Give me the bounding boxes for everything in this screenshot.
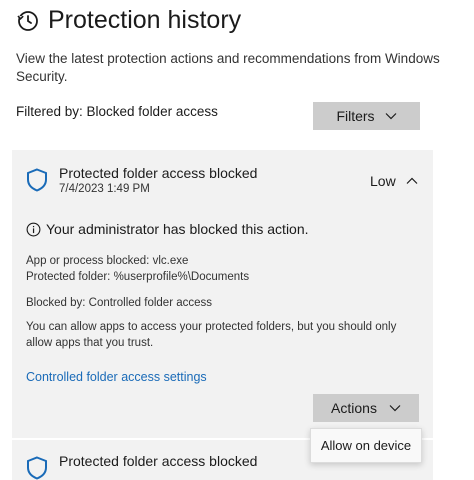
menu-item-allow-on-device[interactable]: Allow on device	[321, 438, 411, 453]
controlled-folder-settings-link[interactable]: Controlled folder access settings	[26, 370, 207, 384]
info-icon	[26, 222, 41, 236]
entry-title[interactable]: Protected folder access blocked	[59, 165, 257, 181]
page-description: View the latest protection actions and r…	[16, 51, 440, 84]
chevron-down-icon	[385, 113, 396, 120]
app-blocked: App or process blocked: vlc.exe	[26, 255, 189, 267]
actions-label: Actions	[331, 400, 377, 416]
filters-button[interactable]: Filters	[313, 102, 420, 130]
explanation-line-2: allow apps that you trust.	[26, 337, 154, 349]
actions-button[interactable]: Actions	[313, 394, 419, 422]
filter-status: Filtered by: Blocked folder access	[16, 104, 218, 119]
history-icon	[17, 10, 38, 31]
protected-folder: Protected folder: %userprofile%\Document…	[26, 271, 250, 283]
entry-severity: Low	[370, 173, 396, 189]
page-title: Protection history	[48, 6, 242, 34]
chevron-up-icon[interactable]	[406, 177, 418, 185]
admin-notice-text: Your administrator has blocked this acti…	[46, 221, 309, 237]
entry-date: 7/4/2023 1:49 PM	[59, 183, 150, 195]
shield-icon	[27, 168, 47, 192]
filters-label: Filters	[336, 108, 375, 124]
explanation-line-1: You can allow apps to access your protec…	[26, 321, 397, 333]
actions-menu: Allow on device	[310, 428, 422, 463]
chevron-down-icon	[389, 405, 401, 412]
page-header: Protection history	[16, 6, 241, 35]
admin-notice: Your administrator has blocked this acti…	[26, 221, 309, 237]
blocked-by: Blocked by: Controlled folder access	[26, 297, 213, 309]
shield-icon	[27, 456, 47, 480]
